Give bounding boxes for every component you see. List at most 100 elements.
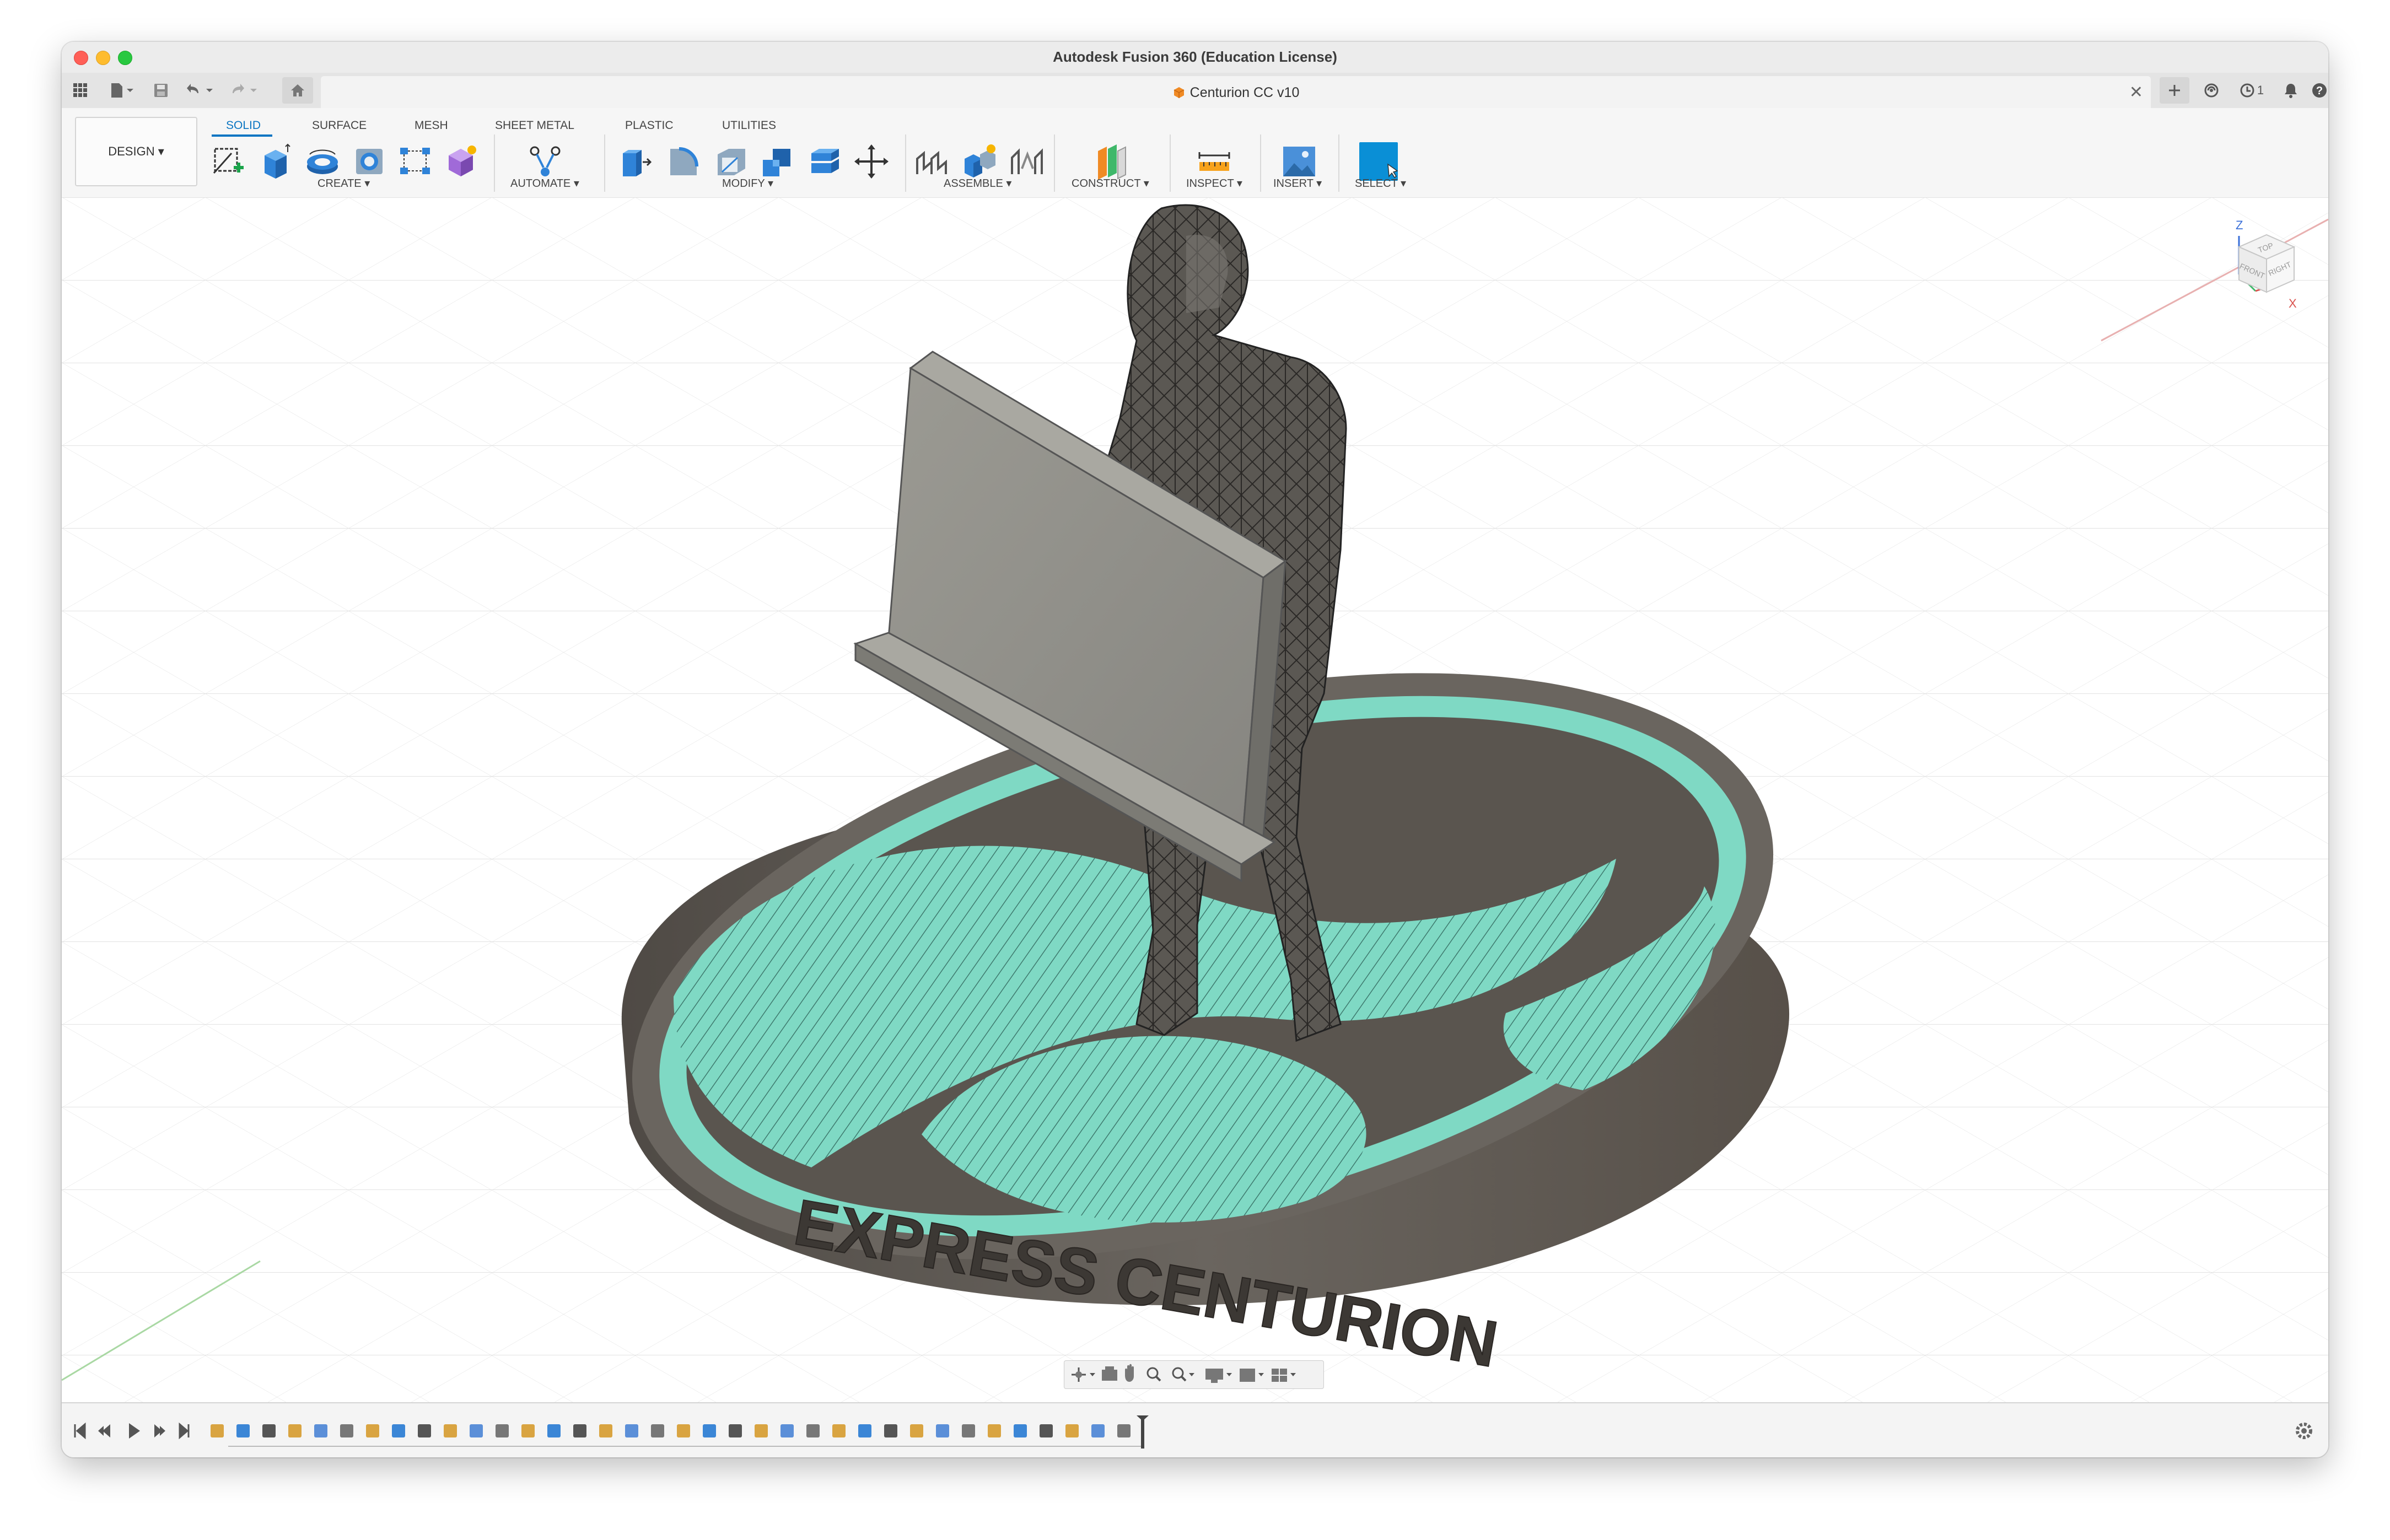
- step-forward-icon[interactable]: [154, 1424, 165, 1437]
- undo-icon[interactable]: [184, 79, 217, 101]
- timeline-feature-icon[interactable]: [599, 1424, 612, 1437]
- home-icon[interactable]: [282, 77, 313, 104]
- automate-icon[interactable]: [526, 142, 564, 181]
- zoom-window-icon[interactable]: [1172, 1367, 1194, 1382]
- timeline-marker[interactable]: [1137, 1415, 1149, 1449]
- timeline-feature-icon[interactable]: [988, 1424, 1001, 1437]
- timeline-feature-icon[interactable]: [755, 1424, 768, 1437]
- timeline-feature-icon[interactable]: [780, 1424, 794, 1437]
- visual-style-icon[interactable]: [1240, 1369, 1264, 1382]
- notifications-icon[interactable]: [2280, 79, 2302, 101]
- combine-icon[interactable]: [758, 142, 797, 181]
- apps-grid-icon[interactable]: [69, 79, 91, 101]
- extrude-icon[interactable]: [257, 142, 295, 181]
- tab-sheet-metal[interactable]: SHEET METAL: [495, 119, 574, 132]
- measure-icon[interactable]: [1195, 142, 1234, 181]
- select-group-label[interactable]: SELECT ▾: [1355, 176, 1406, 190]
- tab-mesh[interactable]: MESH: [415, 119, 448, 132]
- timeline-feature-icon[interactable]: [962, 1424, 975, 1437]
- timeline-feature-icon[interactable]: [288, 1424, 302, 1437]
- timeline-feature-icon[interactable]: [1117, 1424, 1131, 1437]
- timeline-feature-icon[interactable]: [236, 1424, 250, 1437]
- skip-start-icon[interactable]: [74, 1422, 86, 1440]
- help-icon[interactable]: ?: [2308, 79, 2328, 101]
- timeline-feature-icon[interactable]: [496, 1424, 509, 1437]
- timeline-feature-icon[interactable]: [392, 1424, 405, 1437]
- joint-icon[interactable]: [960, 142, 999, 181]
- timeline-feature-icon[interactable]: [625, 1424, 638, 1437]
- create-form-icon[interactable]: [442, 142, 481, 181]
- new-component-icon[interactable]: [914, 142, 952, 181]
- move-copy-icon[interactable]: [852, 142, 891, 181]
- timeline-feature-icon[interactable]: [806, 1424, 820, 1437]
- timeline-feature-icon[interactable]: [884, 1424, 897, 1437]
- modify-group-label[interactable]: MODIFY ▾: [722, 176, 773, 190]
- timeline-feature-icon[interactable]: [547, 1424, 561, 1437]
- offset-plane-icon[interactable]: [1092, 142, 1131, 181]
- grid-settings-icon[interactable]: [1272, 1369, 1296, 1382]
- create-group-label[interactable]: CREATE ▾: [317, 176, 370, 190]
- timeline-feature-icon[interactable]: [340, 1424, 353, 1437]
- inspect-group-label[interactable]: INSPECT ▾: [1186, 176, 1242, 190]
- timeline-feature-icon[interactable]: [651, 1424, 664, 1437]
- construct-group-label[interactable]: CONSTRUCT ▾: [1072, 176, 1149, 190]
- timeline-feature-icon[interactable]: [858, 1424, 871, 1437]
- redo-icon[interactable]: [228, 79, 261, 101]
- new-tab-icon[interactable]: [2160, 77, 2189, 104]
- orbit-icon[interactable]: [1072, 1367, 1095, 1382]
- timeline-feature-icon[interactable]: [211, 1424, 224, 1437]
- timeline-feature-icon[interactable]: [677, 1424, 690, 1437]
- timeline-feature-icon[interactable]: [444, 1424, 457, 1437]
- press-pull-icon[interactable]: [617, 142, 656, 181]
- timeline-feature-icon[interactable]: [262, 1424, 276, 1437]
- tab-solid[interactable]: SOLID: [226, 119, 261, 132]
- tab-plastic[interactable]: PLASTIC: [625, 119, 674, 132]
- automate-group-label[interactable]: AUTOMATE ▾: [510, 176, 579, 190]
- timeline-feature-icon[interactable]: [703, 1424, 716, 1437]
- timeline-feature-icon[interactable]: [418, 1424, 431, 1437]
- timeline-feature-icon[interactable]: [521, 1424, 535, 1437]
- timeline-feature-icon[interactable]: [1014, 1424, 1027, 1437]
- timeline-feature-icon[interactable]: [1091, 1424, 1105, 1437]
- timeline-feature-icon[interactable]: [910, 1424, 923, 1437]
- zoom-icon[interactable]: [1146, 1367, 1161, 1382]
- step-back-icon[interactable]: [98, 1424, 110, 1437]
- create-sketch-icon[interactable]: [209, 142, 248, 181]
- timeline-feature-icon[interactable]: [729, 1424, 742, 1437]
- settings-gear-icon[interactable]: [2296, 1423, 2312, 1439]
- look-at-icon[interactable]: [1102, 1366, 1117, 1381]
- shell-icon[interactable]: [712, 142, 751, 181]
- file-menu-icon[interactable]: [106, 79, 139, 101]
- timeline-feature-icon[interactable]: [1065, 1424, 1079, 1437]
- timeline-feature-icon[interactable]: [314, 1424, 327, 1437]
- pattern-icon[interactable]: [397, 142, 435, 181]
- workspace-switcher[interactable]: DESIGN ▾: [75, 117, 197, 186]
- select-icon[interactable]: [1359, 142, 1398, 181]
- tab-utilities[interactable]: UTILITIES: [722, 119, 776, 132]
- timeline-feature-icon[interactable]: [573, 1424, 586, 1437]
- document-tab[interactable]: Centurion CC v10 ✕: [321, 76, 2151, 108]
- insert-group-label[interactable]: INSERT ▾: [1273, 176, 1322, 190]
- timeline-feature-icon[interactable]: [366, 1424, 379, 1437]
- skip-end-icon[interactable]: [179, 1422, 190, 1440]
- as-built-joint-icon[interactable]: [1008, 142, 1046, 181]
- play-icon[interactable]: [129, 1423, 140, 1439]
- insert-canvas-icon[interactable]: [1280, 142, 1318, 181]
- extensions-icon[interactable]: [2200, 79, 2222, 101]
- close-tab-icon[interactable]: ✕: [2129, 83, 2143, 102]
- hole-icon[interactable]: [351, 142, 389, 181]
- fillet-icon[interactable]: [665, 142, 703, 181]
- pan-icon[interactable]: [1125, 1364, 1134, 1382]
- timeline-feature-icon[interactable]: [936, 1424, 949, 1437]
- job-status[interactable]: 1: [2232, 79, 2271, 101]
- timeline-feature-icon[interactable]: [832, 1424, 846, 1437]
- tab-surface[interactable]: SURFACE: [312, 119, 367, 132]
- viewcube[interactable]: Z TOP FRONT RIGHT X: [2200, 214, 2311, 335]
- split-body-icon[interactable]: [806, 142, 844, 181]
- revolve-icon[interactable]: [303, 142, 342, 181]
- timeline-feature-icon[interactable]: [470, 1424, 483, 1437]
- display-settings-icon[interactable]: [1205, 1369, 1232, 1383]
- 3d-viewport[interactable]: EXPRESS CENTURION Z TOP FRONT RIGHT X: [62, 197, 2328, 1402]
- timeline-feature-icon[interactable]: [1040, 1424, 1053, 1437]
- assemble-group-label[interactable]: ASSEMBLE ▾: [944, 176, 1011, 190]
